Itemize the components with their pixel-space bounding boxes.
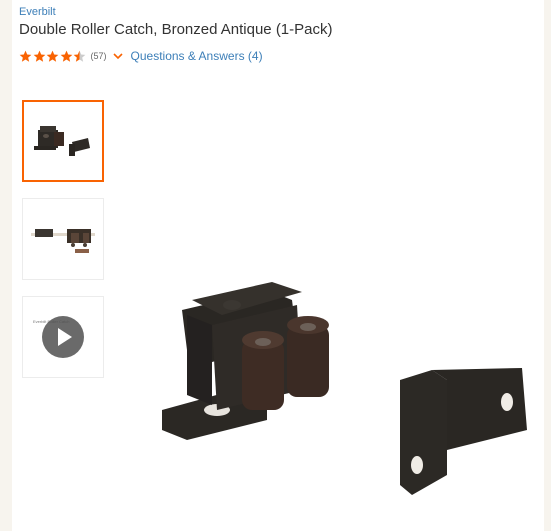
roller-catch-installed-image: [31, 229, 95, 253]
star-icon: [60, 50, 72, 62]
product-title: Double Roller Catch, Bronzed Antique (1-…: [19, 21, 333, 38]
star-half-icon: [73, 50, 86, 62]
thumbnail-video[interactable]: Everbilt Roller Catch: [22, 296, 104, 378]
product-panel: Everbilt Double Roller Catch, Bronzed An…: [12, 0, 544, 531]
roller-catch-thumbnail-image: [34, 126, 90, 156]
brand-link[interactable]: Everbilt: [19, 6, 56, 18]
questions-answers-link[interactable]: Questions & Answers (4): [131, 49, 263, 63]
review-count[interactable]: (57): [91, 51, 107, 61]
star-rating[interactable]: (57): [19, 50, 107, 63]
star-icon: [33, 50, 45, 62]
thumbnail-2[interactable]: [22, 198, 104, 280]
rating-row: (57) Questions & Answers (4): [19, 48, 263, 64]
main-product-image: [162, 282, 527, 495]
play-icon[interactable]: [42, 316, 84, 358]
thumbnail-1[interactable]: [22, 100, 104, 182]
chevron-down-icon[interactable]: [112, 51, 123, 61]
star-icon: [19, 50, 32, 62]
star-icon: [46, 50, 59, 62]
